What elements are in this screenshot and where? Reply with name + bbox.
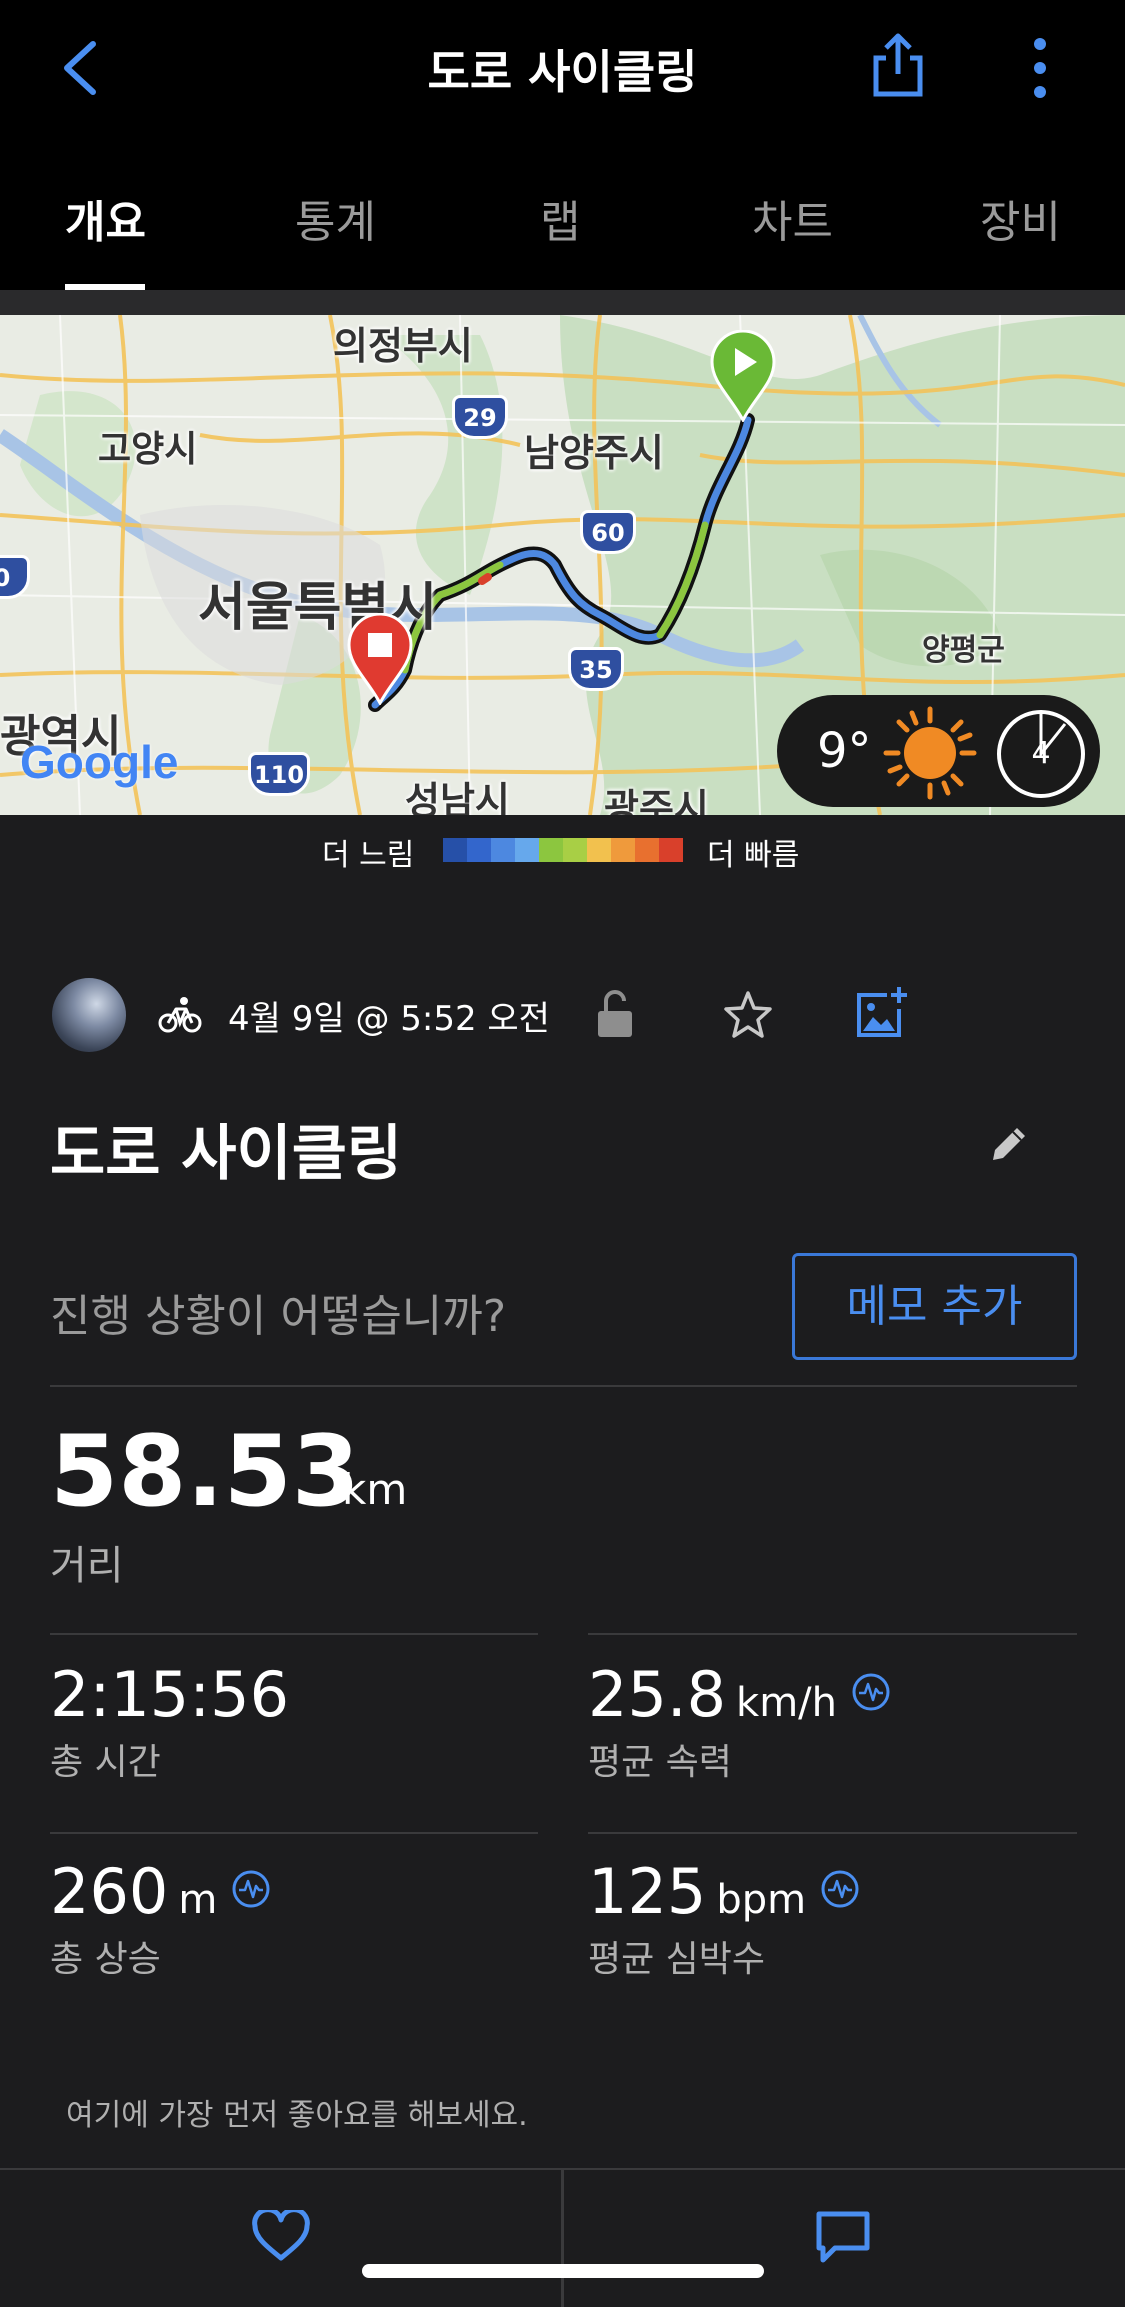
memo-prompt[interactable]: 진행 상황이 어떻습니까? xyxy=(50,1280,506,1344)
stat-total-time: 2:15:56 총 시간 xyxy=(50,1658,289,1785)
tab-charts[interactable]: 차트 xyxy=(752,186,833,250)
share-icon[interactable] xyxy=(868,30,928,100)
avg-speed-label: 평균 속력 xyxy=(588,1742,732,1783)
map-label-namyangju: 남양주시 xyxy=(524,431,664,475)
map-label-yangpyeong: 양평군 xyxy=(922,633,1005,668)
temperature: 9° xyxy=(817,723,872,779)
total-time-label: 총 시간 xyxy=(50,1742,161,1783)
avg-hr-value: 125 xyxy=(588,1855,707,1928)
bottom-bar-divider xyxy=(561,2170,564,2307)
tab-gear[interactable]: 장비 xyxy=(980,186,1061,250)
total-ascent-label: 총 상승 xyxy=(50,1939,161,1980)
avg-speed-unit: km/h xyxy=(736,1680,838,1726)
home-indicator xyxy=(362,2264,764,2278)
stat-avg-heart-rate: 125 bpm 평균 심박수 xyxy=(588,1855,860,1982)
tab-overview[interactable]: 개요 xyxy=(65,186,146,250)
avatar[interactable] xyxy=(52,978,126,1052)
top-bar: 도로 사이클링 xyxy=(0,0,1125,140)
legend-color-bar xyxy=(443,838,683,862)
weather-chip[interactable]: 9° 4 xyxy=(777,695,1100,807)
pulse-chart-icon[interactable] xyxy=(820,1869,860,1909)
legend-swatch xyxy=(467,838,491,862)
add-memo-button[interactable]: 메모 추가 xyxy=(792,1253,1077,1360)
google-logo: Google xyxy=(20,735,178,789)
pulse-chart-icon[interactable] xyxy=(851,1672,891,1712)
legend-swatch xyxy=(491,838,515,862)
google-logo-text: Google xyxy=(20,736,179,788)
avg-hr-label: 평균 심박수 xyxy=(588,1939,766,1980)
tab-laps[interactable]: 랩 xyxy=(540,186,580,250)
legend-swatch xyxy=(563,838,587,862)
route-shield-110: 110 xyxy=(248,752,310,796)
more-vertical-icon[interactable] xyxy=(1025,36,1055,100)
legend-swatch xyxy=(659,838,683,862)
legend-swatch xyxy=(587,838,611,862)
total-ascent-value: 260 xyxy=(50,1855,169,1928)
legend-swatch xyxy=(539,838,563,862)
distance-value: 58.53 xyxy=(50,1415,360,1529)
comment-icon[interactable] xyxy=(815,2210,871,2264)
unlock-icon[interactable] xyxy=(596,989,634,1039)
finish-marker-icon xyxy=(347,613,413,705)
divider xyxy=(50,1385,1077,1387)
legend-swatch xyxy=(635,838,659,862)
pulse-chart-icon[interactable] xyxy=(231,1869,271,1909)
stat-total-ascent: 260 m 총 상승 xyxy=(50,1855,271,1982)
add-photo-icon[interactable] xyxy=(853,985,909,1041)
bicycle-icon xyxy=(158,997,202,1033)
bottom-action-bar xyxy=(0,2168,1125,2307)
map-label-gwangju: 광주시 xyxy=(604,786,709,815)
edit-pencil-icon[interactable] xyxy=(985,1120,1033,1168)
avg-hr-unit: bpm xyxy=(716,1877,807,1923)
activity-date: 4월 9일 @ 5:52 오전 xyxy=(228,999,550,1039)
total-ascent-unit: m xyxy=(178,1877,218,1923)
divider xyxy=(50,1633,538,1635)
legend-swatch xyxy=(515,838,539,862)
heart-icon[interactable] xyxy=(252,2210,310,2262)
distance-label: 거리 xyxy=(50,1543,124,1589)
sun-icon xyxy=(883,706,977,800)
tab-stats[interactable]: 통계 xyxy=(295,186,376,250)
route-shield-60: 60 xyxy=(580,510,636,554)
tab-bar: 개요 통계 랩 차트 장비 xyxy=(0,140,1125,290)
map-label-uijeongbu: 의정부시 xyxy=(333,324,473,368)
legend-swatch xyxy=(443,838,467,862)
like-prompt: 여기에 가장 먼저 좋아요를 해보세요. xyxy=(66,2098,528,2133)
route-shield-35: 35 xyxy=(568,647,624,691)
avg-speed-value: 25.8 xyxy=(588,1658,727,1731)
speed-legend: 더 느림 더 빠름 xyxy=(0,830,1125,873)
wind-direction-icon xyxy=(1039,714,1067,759)
activity-name: 도로 사이클링 xyxy=(50,1119,403,1189)
start-marker-icon xyxy=(710,330,776,422)
distance-unit: km xyxy=(342,1465,408,1514)
route-shield-29: 29 xyxy=(452,395,508,439)
total-time-value: 2:15:56 xyxy=(50,1658,290,1731)
map-label-goyang: 고양시 xyxy=(98,429,198,470)
divider xyxy=(50,1832,538,1834)
stat-avg-speed: 25.8 km/h 평균 속력 xyxy=(588,1658,891,1785)
wind-indicator: 4 xyxy=(997,710,1085,798)
star-icon[interactable] xyxy=(722,989,774,1041)
legend-slow-label: 더 느림 xyxy=(322,838,415,873)
divider xyxy=(588,1633,1077,1635)
activity-meta-row: 4월 9일 @ 5:52 오전 xyxy=(0,975,1125,1055)
legend-fast-label: 더 빠름 xyxy=(707,838,800,873)
legend-swatch xyxy=(611,838,635,862)
page-title: 도로 사이클링 xyxy=(427,45,698,99)
divider xyxy=(588,1832,1077,1834)
separator xyxy=(0,290,1125,315)
map-label-seongnam: 성남시 xyxy=(405,779,510,815)
